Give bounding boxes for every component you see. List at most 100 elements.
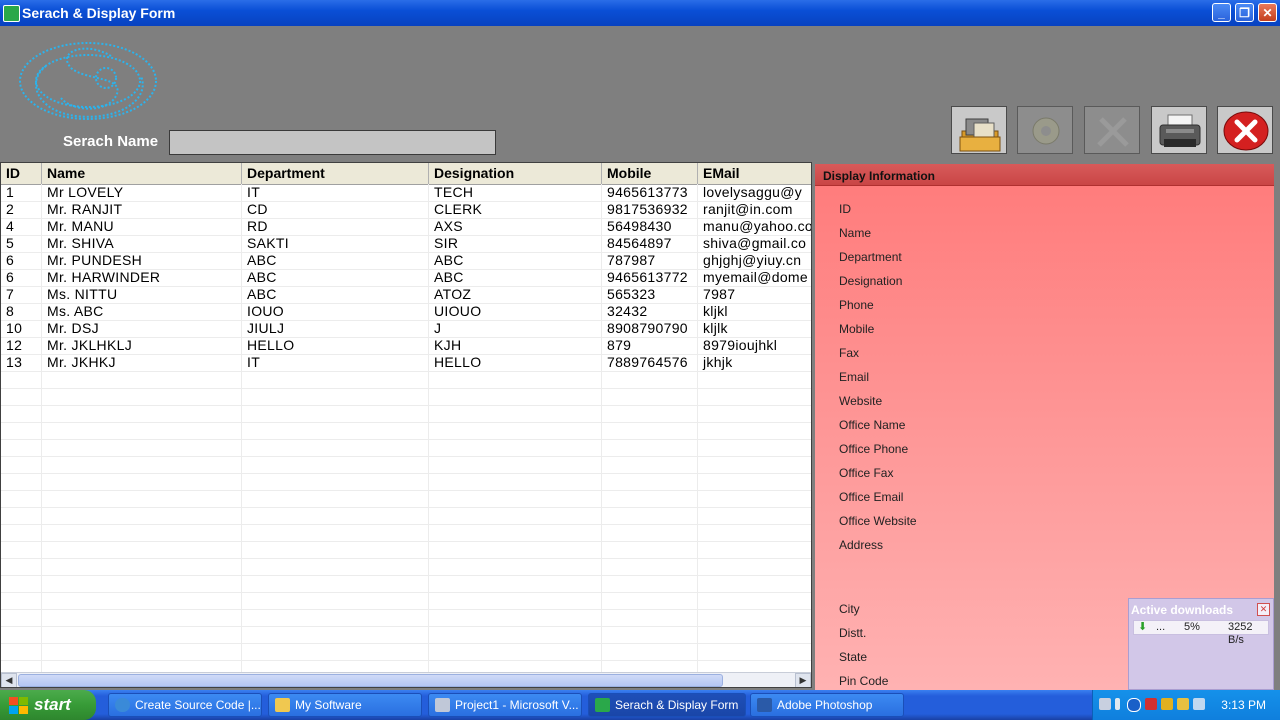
tray-pen-icon[interactable] [1099, 698, 1111, 710]
cell-name[interactable]: Mr. SHIVA [42, 235, 242, 252]
table-row[interactable] [1, 422, 812, 440]
cell-department[interactable] [242, 643, 429, 660]
cell-department[interactable] [242, 405, 429, 422]
cell-mobile[interactable] [602, 507, 698, 524]
cell-department[interactable] [242, 371, 429, 388]
column-header-department[interactable]: Department [242, 163, 429, 184]
cell-designation[interactable]: AXS [429, 218, 602, 235]
table-row[interactable] [1, 439, 812, 457]
table-row[interactable] [1, 575, 812, 593]
cell-name[interactable]: Mr. MANU [42, 218, 242, 235]
cell-department[interactable] [242, 626, 429, 643]
cell-mobile[interactable] [602, 473, 698, 490]
cell-email[interactable]: 7987 [698, 286, 812, 303]
table-row[interactable] [1, 456, 812, 474]
cell-email[interactable] [698, 524, 812, 541]
cell-id[interactable]: 8 [1, 303, 42, 320]
cell-designation[interactable] [429, 507, 602, 524]
cell-name[interactable]: Mr. DSJ [42, 320, 242, 337]
cell-mobile[interactable]: 565323 [602, 286, 698, 303]
cell-email[interactable]: myemail@dome [698, 269, 812, 286]
cell-email[interactable]: jkhjk [698, 354, 812, 371]
taskbar-item-my-software[interactable]: My Software [268, 693, 422, 717]
downloads-close-icon[interactable]: ✕ [1257, 603, 1270, 616]
cell-id[interactable] [1, 456, 42, 473]
cell-mobile[interactable] [602, 524, 698, 541]
cell-department[interactable] [242, 456, 429, 473]
cell-designation[interactable]: J [429, 320, 602, 337]
cell-mobile[interactable] [602, 592, 698, 609]
cell-id[interactable] [1, 371, 42, 388]
cell-mobile[interactable] [602, 405, 698, 422]
cell-name[interactable] [42, 558, 242, 575]
cell-department[interactable]: IT [242, 184, 429, 201]
scroll-thumb[interactable] [18, 674, 723, 687]
cell-name[interactable]: Mr. PUNDESH [42, 252, 242, 269]
cell-name[interactable] [42, 643, 242, 660]
cell-designation[interactable] [429, 422, 602, 439]
cell-designation[interactable]: HELLO [429, 354, 602, 371]
cell-department[interactable]: ABC [242, 252, 429, 269]
start-button[interactable]: start [0, 690, 96, 720]
cell-email[interactable] [698, 592, 812, 609]
cell-name[interactable] [42, 388, 242, 405]
table-row[interactable] [1, 490, 812, 508]
cell-email[interactable] [698, 422, 812, 439]
table-row[interactable]: 7Ms. NITTUABCATOZ5653237987 [1, 286, 812, 304]
cell-department[interactable]: IOUO [242, 303, 429, 320]
cell-designation[interactable]: ABC [429, 269, 602, 286]
table-row[interactable] [1, 507, 812, 525]
column-header-name[interactable]: Name [42, 163, 242, 184]
taskbar-item-create-source-code[interactable]: Create Source Code |... [108, 693, 262, 717]
cell-email[interactable] [698, 609, 812, 626]
cell-designation[interactable]: SIR [429, 235, 602, 252]
cell-name[interactable]: Mr. JKHKJ [42, 354, 242, 371]
tray-network-icon[interactable] [1193, 698, 1205, 710]
cell-email[interactable] [698, 643, 812, 660]
cell-mobile[interactable] [602, 490, 698, 507]
cell-name[interactable]: Mr. JKLHKLJ [42, 337, 242, 354]
settings-button[interactable] [1017, 106, 1073, 154]
tray-folder-icon[interactable] [1177, 698, 1189, 710]
cell-department[interactable]: RD [242, 218, 429, 235]
cell-designation[interactable]: UIOUO [429, 303, 602, 320]
tray-security-icon[interactable] [1161, 698, 1173, 710]
cell-mobile[interactable]: 9465613772 [602, 269, 698, 286]
table-row[interactable]: 2Mr. RANJITCDCLERK9817536932ranjit@in.co… [1, 201, 812, 219]
cell-id[interactable]: 7 [1, 286, 42, 303]
cell-department[interactable] [242, 439, 429, 456]
table-row[interactable]: 5Mr. SHIVASAKTISIR84564897shiva@gmail.co [1, 235, 812, 253]
column-header-id[interactable]: ID [1, 163, 42, 184]
cell-department[interactable]: HELLO [242, 337, 429, 354]
cell-department[interactable]: ABC [242, 286, 429, 303]
cell-department[interactable]: CD [242, 201, 429, 218]
cell-mobile[interactable]: 9817536932 [602, 201, 698, 218]
table-row[interactable]: 6Mr. HARWINDERABCABC9465613772myemail@do… [1, 269, 812, 287]
cell-name[interactable]: Ms. ABC [42, 303, 242, 320]
cell-name[interactable] [42, 575, 242, 592]
taskbar-item-search-display-form[interactable]: Serach & Display Form [588, 693, 746, 717]
cell-mobile[interactable]: 879 [602, 337, 698, 354]
cell-department[interactable] [242, 609, 429, 626]
table-row[interactable]: 12Mr. JKLHKLJHELLOKJH8798979ioujhkl [1, 337, 812, 355]
cell-designation[interactable] [429, 575, 602, 592]
cell-mobile[interactable] [602, 558, 698, 575]
cell-email[interactable] [698, 456, 812, 473]
cell-mobile[interactable]: 56498430 [602, 218, 698, 235]
cell-mobile[interactable]: 32432 [602, 303, 698, 320]
table-row[interactable]: 10Mr. DSJJIULJJ8908790790kljlk [1, 320, 812, 338]
cell-id[interactable] [1, 388, 42, 405]
cell-designation[interactable]: TECH [429, 184, 602, 201]
cell-designation[interactable] [429, 456, 602, 473]
exit-button[interactable] [1217, 106, 1273, 154]
cell-name[interactable] [42, 592, 242, 609]
cell-email[interactable] [698, 541, 812, 558]
cell-department[interactable] [242, 473, 429, 490]
cell-name[interactable] [42, 405, 242, 422]
cell-id[interactable] [1, 422, 42, 439]
cell-designation[interactable] [429, 371, 602, 388]
table-row[interactable] [1, 592, 812, 610]
cell-name[interactable] [42, 524, 242, 541]
cell-id[interactable] [1, 592, 42, 609]
cell-designation[interactable] [429, 609, 602, 626]
